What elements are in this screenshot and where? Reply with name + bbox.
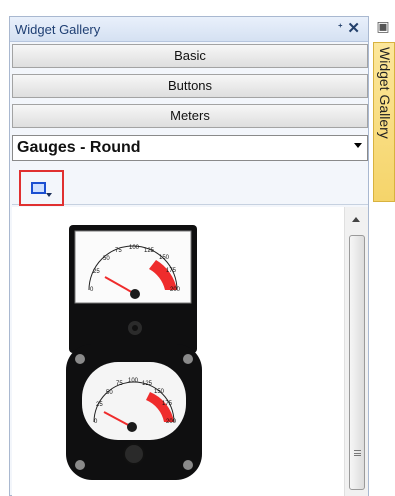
svg-text:75: 75 xyxy=(116,381,123,387)
view-mode-button[interactable] xyxy=(19,170,64,206)
dropdown-caret-icon xyxy=(46,193,52,197)
svg-text:100: 100 xyxy=(129,245,140,251)
svg-text:25: 25 xyxy=(93,269,100,275)
dropdown-selected-value: Gauges - Round xyxy=(17,139,141,156)
widget-gallery-panel: Widget Gallery ᐩ ✕ Basic Buttons Meters … xyxy=(9,16,369,496)
svg-text:200: 200 xyxy=(166,419,177,425)
gallery-item-round-meter[interactable]: 0 25 50 75 100 125 150 175 200 xyxy=(66,344,202,480)
sidebar-tabs: ▣ Widget Gallery xyxy=(373,16,395,202)
svg-text:200: 200 xyxy=(170,287,181,293)
chevron-down-icon[interactable] xyxy=(354,143,362,148)
svg-text:150: 150 xyxy=(159,255,170,261)
close-icon[interactable]: ✕ xyxy=(347,19,360,37)
widget-gallery-side-tab[interactable]: Widget Gallery xyxy=(373,42,395,202)
scroll-grip-icon xyxy=(354,450,361,456)
svg-text:125: 125 xyxy=(142,381,153,387)
category-basic[interactable]: Basic xyxy=(12,44,368,68)
svg-text:175: 175 xyxy=(166,268,177,274)
view-mode-icon xyxy=(31,182,46,194)
widget-gallery-icon[interactable]: ▣ xyxy=(375,18,391,34)
gallery-scrollbar[interactable] xyxy=(344,207,368,496)
svg-text:25: 25 xyxy=(96,402,103,408)
svg-text:175: 175 xyxy=(162,401,173,407)
gallery-content: 0 25 50 75 100 125 150 175 200 0 25 50 7… xyxy=(12,207,368,496)
svg-text:150: 150 xyxy=(154,389,165,395)
gallery-item-rect-meter[interactable]: 0 25 50 75 100 125 150 175 200 xyxy=(69,225,197,353)
svg-text:50: 50 xyxy=(103,256,110,262)
round-vu-meter-icon: 0 25 50 75 100 125 150 175 200 xyxy=(66,344,202,480)
side-tab-label: Widget Gallery xyxy=(377,47,393,139)
panel-title: Widget Gallery xyxy=(15,22,101,37)
panel-title-bar: Widget Gallery ᐩ ✕ xyxy=(10,17,368,42)
svg-text:125: 125 xyxy=(144,248,155,254)
svg-text:50: 50 xyxy=(106,390,113,396)
scroll-up-icon[interactable] xyxy=(352,217,360,222)
svg-text:75: 75 xyxy=(115,248,122,254)
svg-text:100: 100 xyxy=(128,378,139,384)
scroll-thumb[interactable] xyxy=(349,235,365,490)
rectangular-vu-meter-icon: 0 25 50 75 100 125 150 175 200 xyxy=(69,225,197,353)
category-buttons[interactable]: Buttons xyxy=(12,74,368,98)
gallery-type-dropdown[interactable]: Gauges - Round xyxy=(12,135,368,161)
gallery-toolbar xyxy=(12,163,368,206)
pin-icon[interactable]: ᐩ xyxy=(338,20,343,37)
category-meters[interactable]: Meters xyxy=(12,104,368,128)
